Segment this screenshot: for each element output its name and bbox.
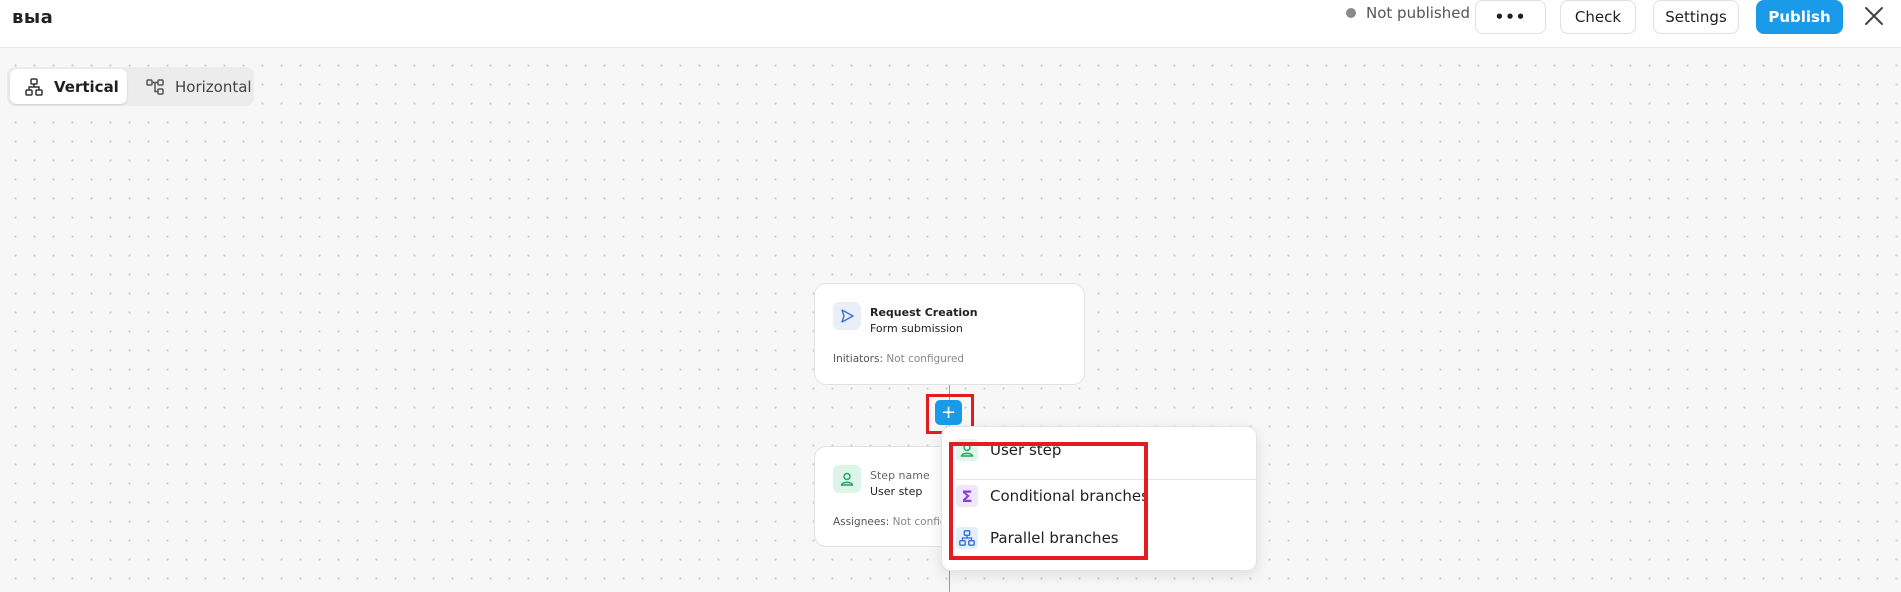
- close-icon[interactable]: [1863, 5, 1885, 27]
- footer-value: Not configured: [886, 353, 965, 365]
- vertical-tree-icon: [25, 77, 43, 96]
- node-footer: Initiators: Not configured: [833, 353, 964, 365]
- top-bar: выа Not published ••• Check Settings Pub…: [0, 0, 1901, 48]
- status-text: Not published: [1366, 4, 1471, 22]
- add-step-button[interactable]: +: [935, 400, 962, 425]
- node-subtitle: User step: [870, 485, 923, 498]
- horizontal-tree-icon: [146, 78, 164, 95]
- send-icon: [833, 302, 861, 330]
- settings-button[interactable]: Settings: [1653, 0, 1739, 34]
- more-options-button[interactable]: •••: [1475, 0, 1546, 34]
- publish-button[interactable]: Publish: [1756, 0, 1843, 34]
- footer-label: Assignees:: [833, 516, 890, 528]
- check-button[interactable]: Check: [1560, 0, 1636, 34]
- horizontal-label: Horizontal: [175, 77, 252, 96]
- user-icon: [833, 465, 861, 493]
- node-title: Step name: [870, 469, 930, 482]
- app-logo[interactable]: выа: [12, 7, 53, 28]
- menu-highlight: [949, 442, 1148, 560]
- vertical-label: Vertical: [54, 77, 119, 96]
- status-dot-icon: [1346, 8, 1356, 18]
- footer-label: Initiators:: [833, 353, 884, 365]
- layout-toggle: Vertical Horizontal: [7, 67, 254, 106]
- vertical-layout-button[interactable]: Vertical: [10, 69, 127, 104]
- workflow-node-request-creation[interactable]: Request Creation Form submission Initiat…: [814, 283, 1085, 385]
- horizontal-layout-button[interactable]: Horizontal: [131, 69, 253, 104]
- node-title: Request Creation: [870, 306, 978, 319]
- node-subtitle: Form submission: [870, 322, 963, 335]
- publish-status: Not published: [1346, 4, 1470, 22]
